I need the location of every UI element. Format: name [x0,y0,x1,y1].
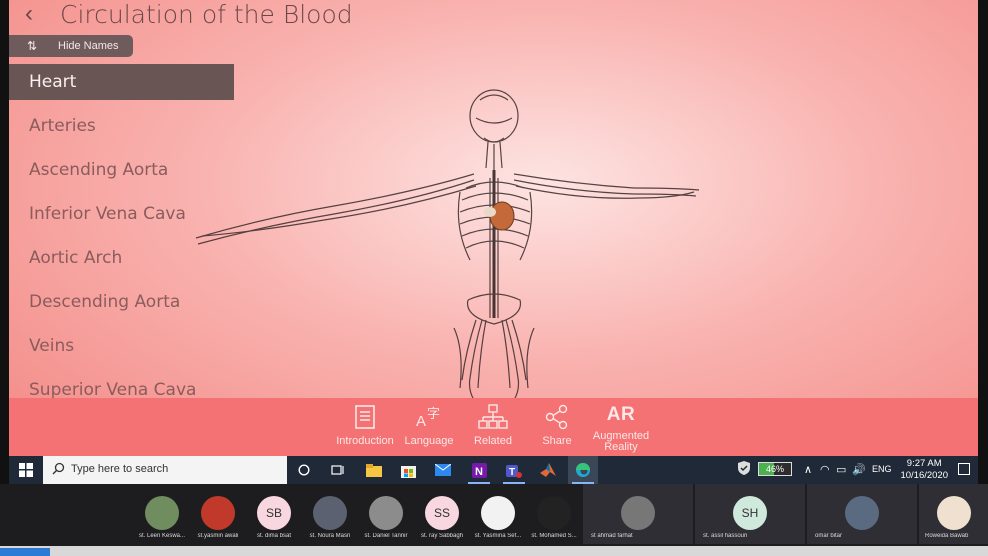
hide-names-button[interactable]: ⇅ Hide Names [9,35,133,57]
windows-taskbar: Type here to search N T 46% ∧ ◠ ▭ 🔊 ENG … [9,456,978,484]
language-icon: A字 [394,402,464,432]
app-bottom-toolbar: Introduction A字 Language Related Share A… [9,398,978,456]
page-title: Circulation of the Blood [60,0,353,29]
task-view-icon[interactable] [323,456,353,484]
svg-text:字: 字 [427,407,440,422]
battery-percent: 46% [765,464,784,474]
microsoft-store-icon[interactable] [393,456,423,484]
participant-tile[interactable]: st.yasmin awali [189,484,247,542]
battery-small-icon[interactable]: ▭ [836,463,846,476]
avatar [481,496,515,530]
participant-name: st ahmad farhat [591,533,633,539]
cortana-circle-icon[interactable] [289,456,319,484]
avatar-initials: SB [257,496,291,530]
participant-video-tile[interactable]: st ahmad farhat [583,484,693,544]
taskbar-clock[interactable]: 9:27 AM 10/16/2020 [900,458,948,482]
language-label: Language [404,435,454,447]
participant-name: st. Mohamed S... [531,533,577,539]
participant-video-tile[interactable]: Roweida Bawab [919,484,988,544]
participant-name: st. Daniel Tannir [364,533,408,539]
participant-tile[interactable]: st. Leen Keswa... [133,484,191,542]
svg-text:T: T [509,467,515,478]
matlab-icon[interactable] [533,456,563,484]
shield-check-icon[interactable] [738,461,750,478]
participant-name: Roweida Bawab [925,533,969,539]
avatar [621,496,655,530]
introduction-label: Introduction [336,435,394,447]
circulatory-system-3d-model[interactable] [184,88,704,400]
share-label: Share [542,435,572,447]
avatar-initials: SS [425,496,459,530]
chevron-up-icon[interactable]: ∧ [804,463,812,476]
svg-text:A: A [416,413,426,430]
file-explorer-icon[interactable] [359,456,389,484]
clock-date: 10/16/2020 [900,470,948,481]
participant-name: st. dima bsat [256,533,291,539]
participant-tile[interactable]: SB st. dima bsat [245,484,303,542]
participant-name: st. Leen Keswa... [138,533,186,539]
participant-name: st. assil hassoun [703,533,748,539]
app-header: ‹ Circulation of the Blood [9,0,609,30]
edge-browser-icon[interactable] [568,456,598,484]
participant-tile[interactable]: st. Mohamed S... [525,484,583,542]
augmented-reality-button[interactable]: AR Augmented Reality [586,400,656,453]
avatar [369,496,403,530]
sort-arrows-icon: ⇅ [27,39,38,53]
taskbar-search-box[interactable]: Type here to search [43,456,287,484]
window-edge-right [978,0,988,484]
related-label: Related [474,435,512,447]
participant-tile[interactable]: SS st. ray Sabbagh [413,484,471,542]
input-language[interactable]: ENG [872,464,892,474]
avatar [201,496,235,530]
participant-tile[interactable]: st. Daniel Tannir [357,484,415,542]
avatar [145,496,179,530]
windows-start-icon[interactable] [9,456,43,484]
participant-tile[interactable]: st. Yasmina Sef... [469,484,527,542]
progress-indicator [0,548,50,556]
participant-video-tile[interactable]: omar bitar [807,484,917,544]
system-tray: 46% ∧ ◠ ▭ 🔊 ENG 9:27 AM 10/16/2020 [738,456,978,484]
related-button[interactable]: Related [458,402,528,447]
search-icon [52,462,65,475]
ar-label-line2: Reality [604,441,638,453]
mail-icon[interactable] [428,456,458,484]
participant-tile[interactable]: st. Noura Masri [301,484,359,542]
search-placeholder: Type here to search [71,463,169,475]
window-edge-left [0,0,9,484]
participant-video-tile[interactable]: SH st. assil hassoun [695,484,805,544]
speaker-icon[interactable]: 🔊 [852,463,866,476]
hierarchy-icon [458,402,528,432]
meeting-participants-strip: st. Leen Keswa... st.yasmin awali SB st.… [0,484,988,546]
participant-name: st. Noura Masri [309,533,351,539]
teams-icon[interactable]: T [499,456,529,484]
share-button[interactable]: Share [522,402,592,447]
participant-name: st. Yasmina Sef... [474,533,522,539]
svg-text:N: N [475,466,483,478]
notification-center-icon[interactable] [958,463,970,475]
battery-indicator[interactable]: 46% [758,462,792,476]
ar-icon: AR [606,404,636,425]
participant-name: st. ray Sabbagh [420,533,464,539]
hide-names-label: Hide Names [58,40,119,52]
clock-time: 9:27 AM [906,458,942,469]
participant-name: st.yasmin awali [197,533,239,539]
share-icon [522,402,592,432]
bottom-status-bar [0,546,988,556]
wifi-icon[interactable]: ◠ [820,463,830,476]
participant-name: omar bitar [815,533,843,539]
language-button[interactable]: A字 Language [394,402,464,447]
avatar-initials: SH [733,496,767,530]
avatar [537,496,571,530]
back-chevron-icon[interactable]: ‹ [25,0,33,28]
avatar [936,496,971,530]
avatar [845,496,879,530]
anatomy-app-window: ‹ Circulation of the Blood ⇅ Hide Names … [9,0,978,456]
book-icon [330,402,400,432]
avatar [313,496,347,530]
onenote-icon[interactable]: N [464,456,494,484]
introduction-button[interactable]: Introduction [330,402,400,447]
